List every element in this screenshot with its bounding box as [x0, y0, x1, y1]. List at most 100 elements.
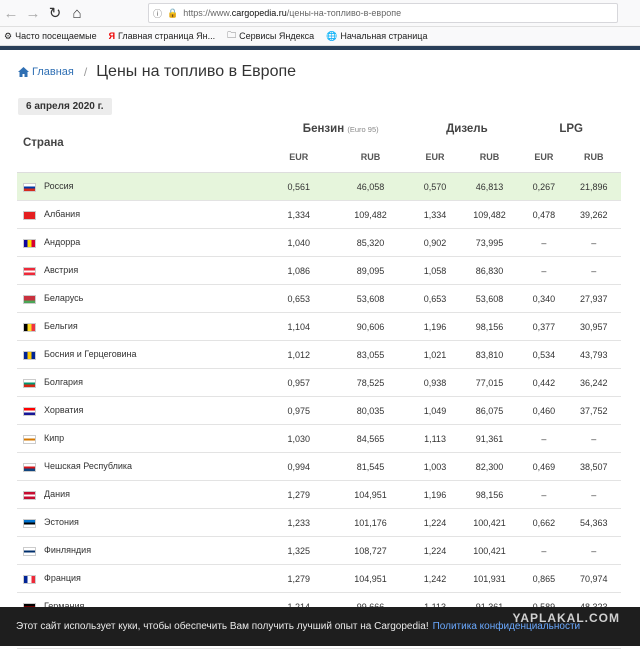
price-cell: 0,442 — [521, 368, 567, 397]
country-name: Франция — [44, 573, 81, 584]
price-cell: – — [521, 536, 567, 565]
forward-arrow-icon[interactable]: → — [22, 2, 44, 24]
country-name: Финляндия — [44, 545, 92, 556]
price-cell: 0,994 — [269, 452, 329, 481]
price-cell: 0,902 — [412, 228, 458, 257]
yandex-icon: Я — [108, 31, 116, 41]
country-cell: Финляндия — [17, 536, 269, 565]
country-cell: Беларусь — [17, 284, 269, 313]
price-cell: 1,196 — [412, 480, 458, 509]
price-cell: 90,606 — [328, 312, 413, 341]
price-cell: – — [521, 228, 567, 257]
price-cell: 0,460 — [521, 396, 567, 425]
info-icon[interactable]: ⓘ — [153, 7, 162, 20]
price-cell: – — [521, 480, 567, 509]
price-cell: 30,957 — [566, 312, 621, 341]
price-cell: 1,325 — [269, 536, 329, 565]
price-cell: 43,793 — [566, 340, 621, 369]
price-cell: 1,242 — [412, 564, 458, 593]
flag-icon — [23, 210, 36, 220]
price-cell: 83,055 — [328, 340, 413, 369]
lock-icon[interactable]: 🔒 — [167, 8, 178, 19]
breadcrumb-home-link[interactable]: Главная — [18, 66, 74, 78]
table-row: Дания 1,279 104,951 1,196 98,156– – — [17, 480, 621, 509]
country-cell: Бельгия — [17, 312, 269, 341]
country-cell: Болгария — [17, 368, 269, 397]
price-cell: 101,176 — [328, 508, 413, 537]
bookmark-start-page[interactable]: 🌐 Начальная страница — [326, 31, 427, 42]
flag-icon — [23, 546, 36, 556]
country-cell: Босния и Герцеговина — [17, 340, 269, 369]
price-cell: 46,813 — [457, 172, 522, 201]
country-cell: Эстония — [17, 508, 269, 537]
country-name: Албания — [44, 209, 81, 220]
price-cell: 0,478 — [521, 200, 567, 229]
country-cell: Чешская Республика — [17, 452, 269, 481]
bookmark-most-visited[interactable]: ⚙ Часто посещаемые — [4, 31, 97, 42]
url-host: cargopedia.ru — [231, 8, 287, 18]
table-row: Андорра 1,040 85,320 0,902 73,995– – — [17, 228, 621, 257]
back-arrow-icon[interactable]: ← — [0, 2, 22, 24]
table-row: Хорватия 0,975 80,035 1,049 86,075 0,460 37,75… — [17, 396, 621, 425]
price-cell: 77,015 — [457, 368, 522, 397]
price-cell: 101,931 — [457, 564, 522, 593]
price-cell: 53,608 — [328, 284, 413, 313]
price-cell: 1,030 — [269, 424, 329, 453]
flag-icon — [23, 574, 36, 584]
table-row: Россия 0,561 46,058 0,570 46,813 0,267 21,896 — [17, 172, 621, 201]
home-icon — [18, 67, 29, 77]
currency-header: EUR — [412, 142, 458, 173]
price-cell: 0,938 — [412, 368, 458, 397]
price-cell: 104,951 — [328, 480, 413, 509]
lpg-label: LPG — [559, 123, 583, 135]
price-cell: 1,021 — [412, 340, 458, 369]
country-name: Дания — [44, 489, 70, 500]
price-cell: 0,653 — [269, 284, 329, 313]
price-cell: 1,086 — [269, 256, 329, 285]
price-cell: – — [566, 480, 621, 509]
price-cell: 1,058 — [412, 256, 458, 285]
table-body: Россия 0,561 46,058 0,570 46,813 0,267 21,896 А… — [17, 172, 621, 649]
flag-icon — [23, 350, 36, 360]
country-name: Россия — [44, 181, 74, 192]
home-icon[interactable]: ⌂ — [66, 2, 88, 24]
price-cell: – — [566, 228, 621, 257]
price-cell: 27,937 — [566, 284, 621, 313]
price-cell: 78,525 — [328, 368, 413, 397]
petrol-group-header: Бензин (Euro 95) — [269, 116, 412, 142]
price-cell: 1,224 — [412, 536, 458, 565]
currency-header: EUR — [521, 142, 567, 173]
bookmark-label: Главная страница Ян... — [118, 31, 216, 41]
url-bar[interactable]: ⓘ 🔒 https://www.cargopedia.ru/цены-на-то… — [148, 3, 618, 23]
table-row: Босния и Герцеговина 1,012 83,055 1,021 83,8… — [17, 340, 621, 369]
bookmark-yandex-home[interactable]: Я Главная страница Ян... — [109, 31, 216, 41]
country-cell: Дания — [17, 480, 269, 509]
price-cell: 21,896 — [566, 172, 621, 201]
date-badge: 6 апреля 2020 г. — [18, 98, 112, 115]
country-name: Хорватия — [44, 405, 84, 416]
price-cell: 108,727 — [328, 536, 413, 565]
table-row: Чешская Республика 0,994 81,545 1,003 82,300… — [17, 452, 621, 481]
bookmark-label: Часто посещаемые — [15, 31, 97, 41]
country-cell: Албания — [17, 200, 269, 229]
flag-icon — [23, 490, 36, 500]
price-cell: 83,810 — [457, 340, 522, 369]
currency-header: RUB — [457, 142, 522, 173]
table-row: Беларусь 0,653 53,608 0,653 53,608 0,340 27,93… — [17, 284, 621, 313]
country-cell: Франция — [17, 564, 269, 593]
reload-icon[interactable]: ↻ — [44, 2, 66, 24]
bookmark-label: Сервисы Яндекса — [239, 31, 315, 41]
diesel-group-header: Дизель — [412, 116, 521, 142]
breadcrumb: Главная / Цены на топливо в Европе — [18, 63, 296, 81]
country-name: Андорра — [44, 237, 81, 248]
price-cell: 0,534 — [521, 340, 567, 369]
price-cell: 104,951 — [328, 564, 413, 593]
country-name: Эстония — [44, 517, 79, 528]
table-row: Эстония 1,233 101,176 1,224 100,421 0,662 54,3… — [17, 508, 621, 537]
price-cell: 89,095 — [328, 256, 413, 285]
currency-header: RUB — [328, 142, 413, 173]
country-name: Болгария — [44, 377, 83, 388]
country-name: Чешская Республика — [44, 461, 132, 472]
price-cell: – — [566, 536, 621, 565]
bookmark-yandex-services[interactable]: 🗀 Сервисы Яндекса — [227, 28, 314, 44]
